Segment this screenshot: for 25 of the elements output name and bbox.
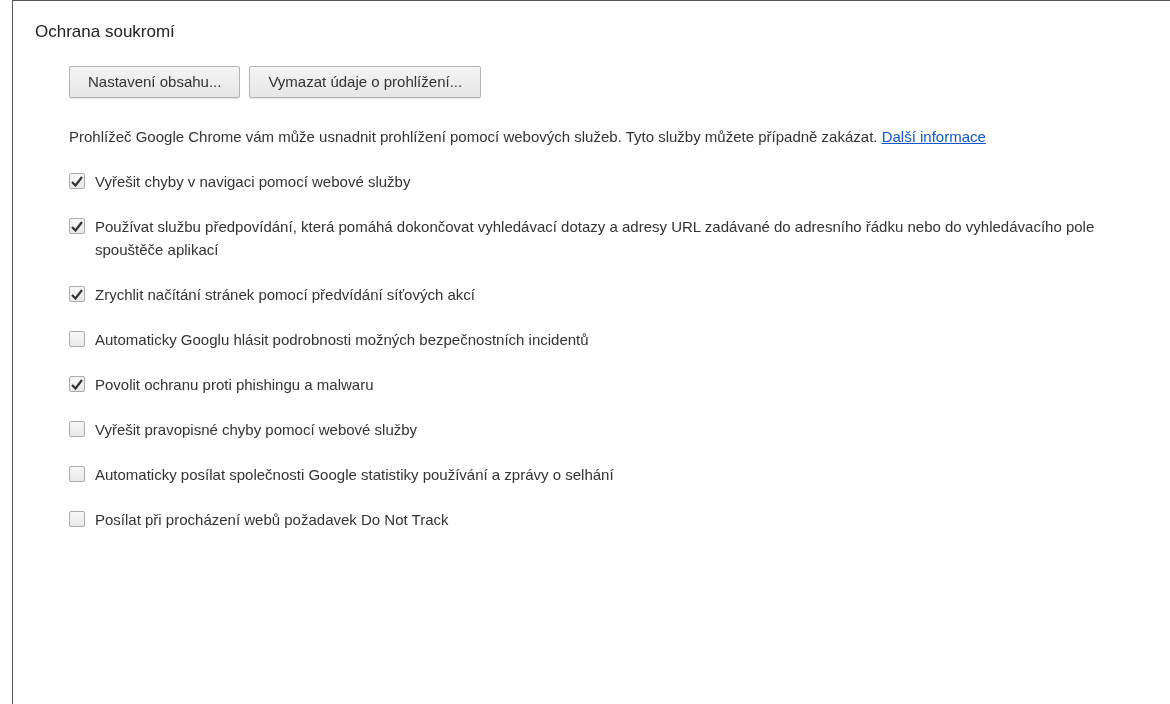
option-label: Povolit ochranu proti phishingu a malwaru — [95, 375, 375, 395]
checkmark-icon — [71, 220, 83, 232]
more-info-link[interactable]: Další informace — [881, 128, 986, 145]
option-label: Posílat při procházení webů požadavek Do Not Track — [95, 510, 450, 530]
action-button[interactable]: Nastavení obsahu... — [69, 66, 241, 98]
checkbox[interactable] — [69, 511, 85, 527]
option-label: Vyřešit chyby v navigaci pomocí webové služby — [95, 172, 412, 192]
checkmark-icon — [71, 288, 83, 300]
checkbox[interactable] — [69, 376, 85, 392]
option-label: Vyřešit pravopisné chyby pomocí webové služby — [95, 420, 419, 440]
option-label: Používat službu předpovídání, která pomáhá dokončovat vyhledávací dotazy a adresy URL zadávané do adresního řádku nebo do vyhledávacího pole spouštěče aplikací — [95, 217, 1095, 260]
checkbox[interactable] — [69, 173, 85, 189]
checkbox[interactable] — [69, 331, 85, 347]
checkbox[interactable] — [69, 421, 85, 437]
action-button[interactable]: Vymazat údaje o prohlížení... — [249, 66, 482, 98]
option-label: Automaticky Googlu hlásit podrobnosti možných bezpečnostních incidentů — [95, 330, 590, 350]
section-title: Ochrana soukromí — [35, 21, 176, 43]
checkbox[interactable] — [69, 218, 85, 234]
checkmark-icon — [71, 175, 83, 187]
option-label: Zrychlit načítání stránek pomocí předvídání síťových akcí — [95, 285, 476, 305]
checkbox[interactable] — [69, 286, 85, 302]
description-text: Prohlížeč Google Chrome vám může usnadnit prohlížení pomocí webových služeb. Tyto služby můžete případně zakázat. Další informace — [69, 127, 987, 147]
option-label: Automaticky posílat společnosti Google statistiky používání a zprávy o selhání — [95, 465, 615, 485]
checkbox[interactable] — [69, 466, 85, 482]
checkmark-icon — [71, 378, 83, 390]
